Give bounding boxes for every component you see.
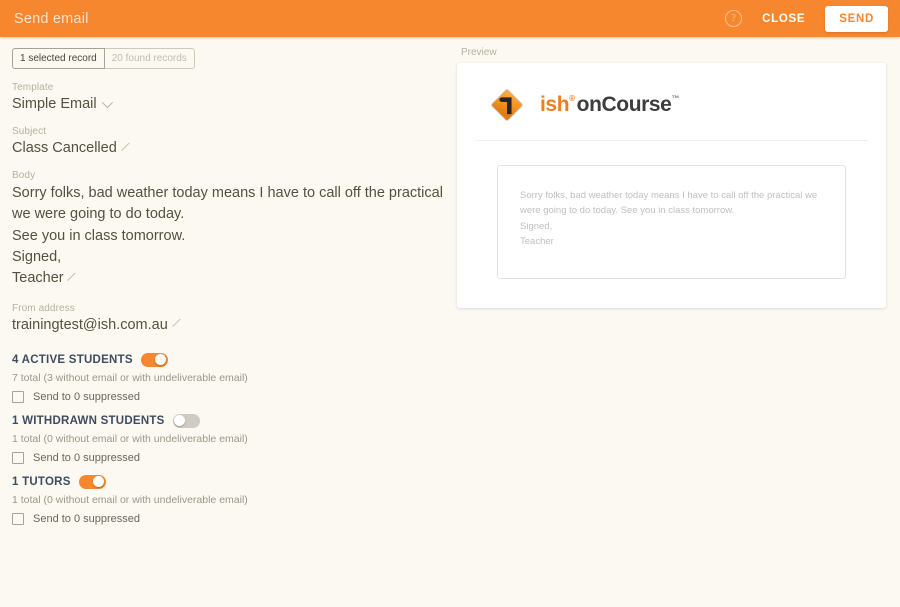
group-header: 1 TUTORS — [12, 474, 443, 489]
group-summary: 1 total (0 without email or with undeliv… — [12, 432, 248, 445]
close-button[interactable]: CLOSE — [756, 9, 811, 29]
content-area: 1 selected record 20 found records Templ… — [0, 37, 900, 607]
template-value-text: Simple Email — [12, 96, 97, 112]
group-toggle-active-students[interactable] — [140, 352, 168, 367]
suppressed-checkbox-label: Send to 0 suppressed — [33, 512, 141, 525]
wordmark-oncourse: onCourse — [576, 93, 672, 116]
from-address-value[interactable]: trainingtest@ish.com.au — [12, 317, 182, 333]
subject-label: Subject — [12, 126, 47, 137]
preview-logo-row: ish ® onCourse ™ — [475, 77, 868, 141]
suppressed-checkbox-label: Send to 0 suppressed — [33, 390, 141, 403]
template-value[interactable]: Simple Email — [12, 96, 113, 112]
subject-value[interactable]: Class Cancelled — [12, 140, 131, 156]
group-summary: 1 total (0 without email or with undeliv… — [12, 493, 248, 506]
edit-pencil-icon[interactable] — [68, 273, 77, 282]
app-header: Send email ? CLOSE SEND — [0, 0, 900, 37]
body-line: See you in class tomorrow. — [12, 227, 186, 244]
trademark-mark-icon: ™ — [671, 94, 680, 103]
edit-pencil-icon[interactable] — [173, 320, 182, 329]
send-button[interactable]: SEND — [825, 5, 888, 32]
suppressed-checkbox[interactable] — [12, 390, 24, 403]
preview-label: Preview — [461, 47, 497, 58]
template-label: Template — [12, 82, 54, 93]
group-toggle-withdrawn-students[interactable] — [172, 413, 200, 428]
from-address-value-text: trainingtest@ish.com.au — [12, 316, 168, 333]
group-toggle-tutors[interactable] — [78, 474, 106, 489]
preview-body-line: Sorry folks, bad weather today means I h… — [520, 190, 818, 217]
preview-body-line: Signed, — [520, 220, 553, 232]
group-title: 4 ACTIVE STUDENTS — [12, 353, 133, 366]
header-actions: ? CLOSE SEND — [725, 5, 888, 32]
record-scope-chips: 1 selected record 20 found records — [12, 48, 443, 69]
edit-pencil-icon[interactable] — [122, 143, 131, 152]
suppressed-checkbox-row[interactable]: Send to 0 suppressed — [12, 451, 443, 464]
body-line-last: Teacher — [12, 268, 443, 289]
chevron-down-icon[interactable] — [101, 96, 113, 109]
page-title: Send email — [14, 10, 89, 27]
toggle-knob — [174, 415, 186, 427]
ish-oncourse-wordmark: ish ® onCourse ™ — [540, 93, 679, 117]
subject-field: Subject Class Cancelled — [12, 126, 443, 157]
help-circle-icon[interactable]: ? — [725, 10, 743, 27]
group-title: 1 TUTORS — [12, 475, 71, 488]
chip-selected-records[interactable]: 1 selected record — [12, 48, 105, 69]
chip-found-records[interactable]: 20 found records — [104, 48, 195, 69]
body-field: Body Sorry folks, bad weather today mean… — [12, 170, 443, 290]
body-line: Signed, — [12, 248, 62, 265]
body-line-text: Teacher — [12, 270, 64, 287]
toggle-knob — [93, 476, 105, 488]
toggle-knob — [155, 354, 167, 366]
preview-body-line: Teacher — [520, 236, 554, 248]
email-preview-card: ish ® onCourse ™ Sorry folks, bad weather t… — [457, 63, 886, 308]
wordmark-ish: ish — [540, 93, 570, 116]
template-field: Template Simple Email — [12, 82, 443, 113]
suppressed-checkbox[interactable] — [12, 451, 24, 464]
suppressed-checkbox-row[interactable]: Send to 0 suppressed — [12, 512, 443, 525]
suppressed-checkbox[interactable] — [12, 512, 24, 525]
from-address-field: From address trainingtest@ish.com.au — [12, 303, 443, 334]
ish-oncourse-diamond-logo-icon — [491, 89, 523, 121]
recipient-group-tutors: 1 TUTORS 1 total (0 without email or wit… — [12, 474, 443, 525]
preview-email-body: Sorry folks, bad weather today means I h… — [497, 165, 846, 279]
suppressed-checkbox-label: Send to 0 suppressed — [33, 451, 141, 464]
group-summary: 7 total (3 without email or with undeliv… — [12, 371, 248, 384]
body-label: Body — [12, 170, 36, 181]
recipient-group-active-students: 4 ACTIVE STUDENTS 7 total (3 without ema… — [12, 352, 443, 403]
email-form-pane: 1 selected record 20 found records Templ… — [0, 37, 455, 607]
group-title: 1 WITHDRAWN STUDENTS — [12, 414, 165, 427]
body-value[interactable]: Sorry folks, bad weather today means I h… — [12, 183, 443, 290]
suppressed-checkbox-row[interactable]: Send to 0 suppressed — [12, 390, 443, 403]
recipient-group-withdrawn-students: 1 WITHDRAWN STUDENTS 1 total (0 without … — [12, 413, 443, 464]
registered-mark-icon: ® — [569, 94, 575, 103]
preview-pane: Preview ish ® onCourse ™ Sorry folks, ba… — [455, 37, 900, 607]
body-line: Sorry folks, bad weather today means I h… — [12, 185, 443, 223]
group-header: 4 ACTIVE STUDENTS — [12, 352, 443, 367]
group-header: 1 WITHDRAWN STUDENTS — [12, 413, 443, 428]
subject-value-text: Class Cancelled — [12, 140, 117, 156]
from-address-label: From address — [12, 302, 75, 314]
